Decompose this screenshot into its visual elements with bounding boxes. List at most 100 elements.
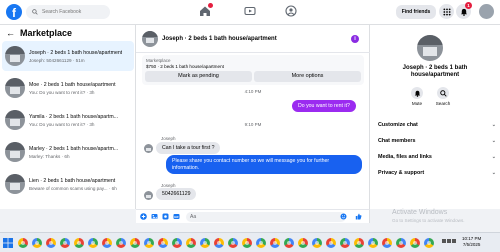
message-timestamp: 4:10 PM — [244, 89, 262, 94]
search-label: Search — [435, 101, 451, 106]
sender-avatar[interactable] — [144, 191, 153, 200]
clock-date: 7/5/2025 — [462, 242, 481, 247]
sidebar-title: Marketplace — [20, 28, 73, 38]
conversation-item[interactable]: Joseph · 2 beds 1 bath house/apartment J… — [2, 41, 134, 71]
taskbar-app-icon[interactable] — [88, 238, 98, 248]
privacy-support-row[interactable]: Privacy & support ⌄ — [378, 170, 496, 176]
taskbar-app-icon[interactable] — [200, 238, 210, 248]
taskbar-app-icon[interactable] — [116, 238, 126, 248]
conversation-item[interactable]: Moe · 2 beds 1 bath house/apartment You:… — [2, 73, 134, 103]
photo-icon[interactable] — [151, 213, 158, 220]
search-icon — [32, 9, 38, 15]
listing-thumbnail — [5, 110, 25, 130]
conversation-preview: Marley: Thanks · 6h — [29, 153, 70, 159]
activate-windows-watermark: Activate Windows — [392, 209, 448, 216]
marketplace-listing-card: Marketplace $750 · 2 beds 1 bath house/a… — [142, 55, 364, 85]
system-tray-icons[interactable] — [442, 239, 458, 245]
taskbar-app-icon[interactable] — [32, 238, 42, 248]
taskbar-app-icon[interactable] — [270, 238, 280, 248]
search-conversation-button[interactable]: Search — [428, 87, 458, 106]
find-friends-button[interactable]: Find friends — [396, 5, 436, 19]
details-title: Joseph · 2 beds 1 bath house/apartment — [402, 65, 468, 78]
listing-thumbnail — [5, 174, 25, 194]
emoji-icon[interactable] — [340, 213, 347, 220]
taskbar-app-icon[interactable] — [368, 238, 378, 248]
info-icon[interactable]: i — [351, 35, 359, 43]
row-label: Chat members — [378, 138, 416, 144]
listing-photo[interactable] — [417, 35, 443, 61]
outgoing-message: Do you want to rent it? — [292, 100, 356, 112]
taskbar-app-icon[interactable] — [354, 238, 364, 248]
taskbar-app-icon[interactable] — [102, 238, 112, 248]
chevron-down-icon: ⌄ — [491, 170, 496, 176]
customize-chat-row[interactable]: Customize chat ⌄ — [378, 122, 496, 128]
chat-title[interactable]: Joseph · 2 beds 1 bath house/apartment — [162, 36, 277, 42]
marketplace-sidebar: ← Marketplace Joseph · 2 beds 1 bath hou… — [0, 25, 136, 209]
taskbar-app-icon[interactable] — [424, 238, 434, 248]
conversation-item[interactable]: Marley · 2 beds 1 bath house/apartm... M… — [2, 137, 134, 167]
row-label: Media, files and links — [378, 154, 432, 160]
conversation-name: Joseph · 2 beds 1 bath house/apartment — [29, 49, 123, 56]
chat-thumbnail[interactable] — [142, 31, 158, 47]
taskbar-app-icon[interactable] — [284, 238, 294, 248]
taskbar-app-icon[interactable] — [144, 238, 154, 248]
taskbar-app-icon[interactable] — [60, 238, 70, 248]
menu-button[interactable] — [439, 4, 454, 19]
taskbar-app-icon[interactable] — [186, 238, 196, 248]
mark-as-pending-button[interactable]: Mark as pending — [145, 71, 252, 82]
add-icon[interactable] — [140, 213, 147, 220]
conversation-preview: Joseph: 5042661129 · 51m — [29, 57, 85, 63]
conversation-item[interactable]: Yamila · 2 beds 1 bath house/apartm... Y… — [2, 105, 134, 135]
taskbar-app-icon[interactable] — [130, 238, 140, 248]
sidebar-header: ← Marketplace — [6, 28, 72, 38]
gif-icon[interactable]: GIF — [173, 213, 180, 220]
taskbar-app-icon[interactable] — [74, 238, 84, 248]
search-icon — [439, 89, 447, 97]
taskbar-app-icon[interactable] — [242, 238, 252, 248]
conversation-item[interactable]: Lien · 2 beds 1 bath house/apartment Bew… — [2, 169, 134, 199]
sender-avatar[interactable] — [144, 144, 153, 153]
taskbar-app-icon[interactable] — [46, 238, 56, 248]
like-icon[interactable] — [355, 213, 362, 220]
taskbar-app-icon[interactable] — [340, 238, 350, 248]
video-icon[interactable] — [244, 5, 256, 17]
incoming-message: Can I take a tour first ? — [156, 142, 221, 154]
groups-icon[interactable] — [285, 5, 297, 17]
taskbar-app-icon[interactable] — [256, 238, 266, 248]
back-arrow-icon[interactable]: ← — [6, 28, 15, 38]
listing-price[interactable]: $750 · 2 beds 1 bath house/apartment — [146, 64, 224, 69]
taskbar-app-icon[interactable] — [382, 238, 392, 248]
facebook-logo[interactable]: f — [6, 4, 22, 20]
search-box[interactable] — [26, 5, 110, 19]
profile-avatar[interactable] — [479, 4, 494, 19]
search-input[interactable] — [42, 9, 108, 15]
media-files-links-row[interactable]: Media, files and links ⌄ — [378, 154, 496, 160]
row-label: Customize chat — [378, 122, 418, 128]
chevron-down-icon: ⌄ — [491, 154, 496, 160]
system-clock[interactable]: 10:17 PM 7/5/2025 — [462, 236, 481, 248]
taskbar-app-icon[interactable] — [214, 238, 224, 248]
taskbar-app-icon[interactable] — [228, 238, 238, 248]
message-input[interactable]: Aa — [186, 212, 346, 222]
taskbar-app-icon[interactable] — [396, 238, 406, 248]
chat-members-row[interactable]: Chat members ⌄ — [378, 138, 496, 144]
home-notification-dot — [208, 3, 213, 8]
row-label: Privacy & support — [378, 170, 425, 176]
windows-start-icon[interactable] — [3, 238, 13, 248]
taskbar-app-icon[interactable] — [312, 238, 322, 248]
taskbar-app-icon[interactable] — [158, 238, 168, 248]
more-options-button[interactable]: More options — [254, 71, 361, 82]
taskbar-app-icon[interactable] — [18, 238, 28, 248]
sticker-icon[interactable] — [162, 213, 169, 220]
menu-grid-icon — [442, 7, 451, 16]
taskbar-app-icon[interactable] — [298, 238, 308, 248]
conversation-details-panel: Joseph · 2 beds 1 bath house/apartment M… — [370, 25, 500, 209]
listing-thumbnail — [5, 78, 25, 98]
incoming-message: 5042661129 — [156, 188, 197, 200]
windows-taskbar: 10:17 PM 7/5/2025 — [0, 232, 500, 252]
taskbar-app-icon[interactable] — [410, 238, 420, 248]
taskbar-app-icon[interactable] — [326, 238, 336, 248]
listing-thumbnail — [5, 46, 25, 66]
taskbar-app-icon[interactable] — [172, 238, 182, 248]
conversation-preview: You: Do you want to rent it? · 3h — [29, 121, 95, 127]
